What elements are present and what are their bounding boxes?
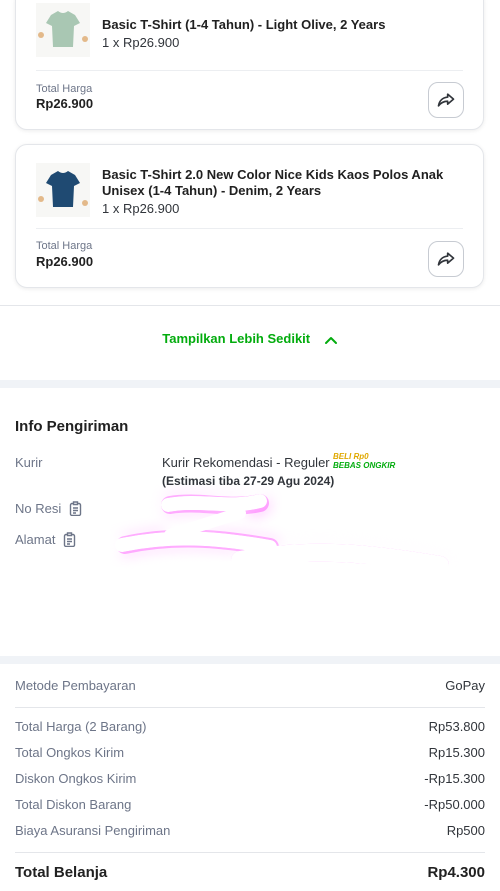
address-label: Alamat [15, 532, 56, 547]
summary-value: -Rp15.300 [424, 771, 485, 786]
address-row: Alamat [15, 532, 76, 547]
payment-method-label: Metode Pembayaran [15, 678, 136, 693]
summary-value: Rp500 [446, 823, 485, 838]
total-price-value: Rp26.900 [36, 254, 94, 269]
free-shipping-badge-line2: BEBAS ONGKIR [333, 461, 396, 470]
divider [15, 707, 485, 708]
summary-label: Diskon Ongkos Kirim [15, 771, 137, 786]
resi-label: No Resi [15, 501, 62, 516]
summary-label: Biaya Asuransi Pengiriman [15, 823, 171, 838]
free-shipping-badge-line1: BELI Rp0 [333, 452, 369, 461]
share-icon [437, 252, 455, 266]
summary-label: Total Ongkos Kirim [15, 745, 125, 760]
summary-row: Total Ongkos Kirim Rp15.300 [15, 745, 485, 760]
summary-row: Total Diskon Barang -Rp50.000 [15, 797, 485, 812]
product-qty: 1 x Rp26.900 [102, 35, 180, 50]
share-icon [437, 93, 455, 107]
summary-row: Diskon Ongkos Kirim -Rp15.300 [15, 771, 485, 786]
redaction-scribble [115, 494, 481, 640]
courier-label: Kurir [15, 455, 43, 470]
summary-value: Rp15.300 [428, 745, 485, 760]
resi-row: No Resi [15, 501, 82, 516]
payment-method-row: Metode Pembayaran GoPay [15, 678, 485, 693]
copy-icon[interactable] [63, 532, 76, 547]
total-price-label: Total Harga [36, 240, 93, 252]
section-divider [0, 656, 500, 664]
divider [36, 70, 463, 71]
summary-label: Total Harga (2 Barang) [15, 719, 147, 734]
grand-total-value: Rp4.300 [427, 864, 485, 881]
total-price-value: Rp26.900 [36, 96, 94, 111]
share-button[interactable] [428, 82, 464, 118]
product-name: Basic T-Shirt 2.0 New Color Nice Kids Ka… [102, 167, 444, 198]
summary-row: Biaya Asuransi Pengiriman Rp500 [15, 823, 485, 838]
section-divider [0, 380, 500, 388]
copy-icon[interactable] [69, 501, 82, 516]
shipping-info-title: Info Pengiriman [15, 418, 129, 435]
summary-value: Rp53.800 [428, 719, 485, 734]
payment-method-value: GoPay [445, 678, 485, 693]
summary-label: Total Diskon Barang [15, 797, 132, 812]
total-price-label: Total Harga [36, 83, 93, 95]
product-card: Basic T-Shirt 2.0 New Color Nice Kids Ka… [15, 144, 484, 288]
share-button[interactable] [428, 241, 464, 277]
grand-total-label: Total Belanja [15, 864, 108, 881]
free-shipping-badge: BELI Rp0 BEBAS ONGKIR [333, 452, 395, 470]
product-image [36, 3, 90, 57]
product-name: Basic T-Shirt (1-4 Tahun) - Light Olive,… [102, 17, 386, 32]
product-card: Basic T-Shirt (1-4 Tahun) - Light Olive,… [15, 0, 484, 130]
courier-value: Kurir Rekomendasi - Reguler [162, 455, 330, 470]
grand-total-row: Total Belanja Rp4.300 [15, 864, 485, 881]
summary-row: Total Harga (2 Barang) Rp53.800 [15, 719, 485, 734]
product-qty: 1 x Rp26.900 [102, 201, 180, 216]
show-less-button[interactable]: Tampilkan Lebih Sedikit [0, 331, 500, 346]
divider [15, 852, 485, 853]
show-less-label: Tampilkan Lebih Sedikit [162, 331, 311, 346]
chevron-up-icon [324, 336, 337, 344]
summary-value: -Rp50.000 [424, 797, 485, 812]
divider [0, 305, 500, 306]
divider [36, 228, 463, 229]
product-image [36, 163, 90, 217]
